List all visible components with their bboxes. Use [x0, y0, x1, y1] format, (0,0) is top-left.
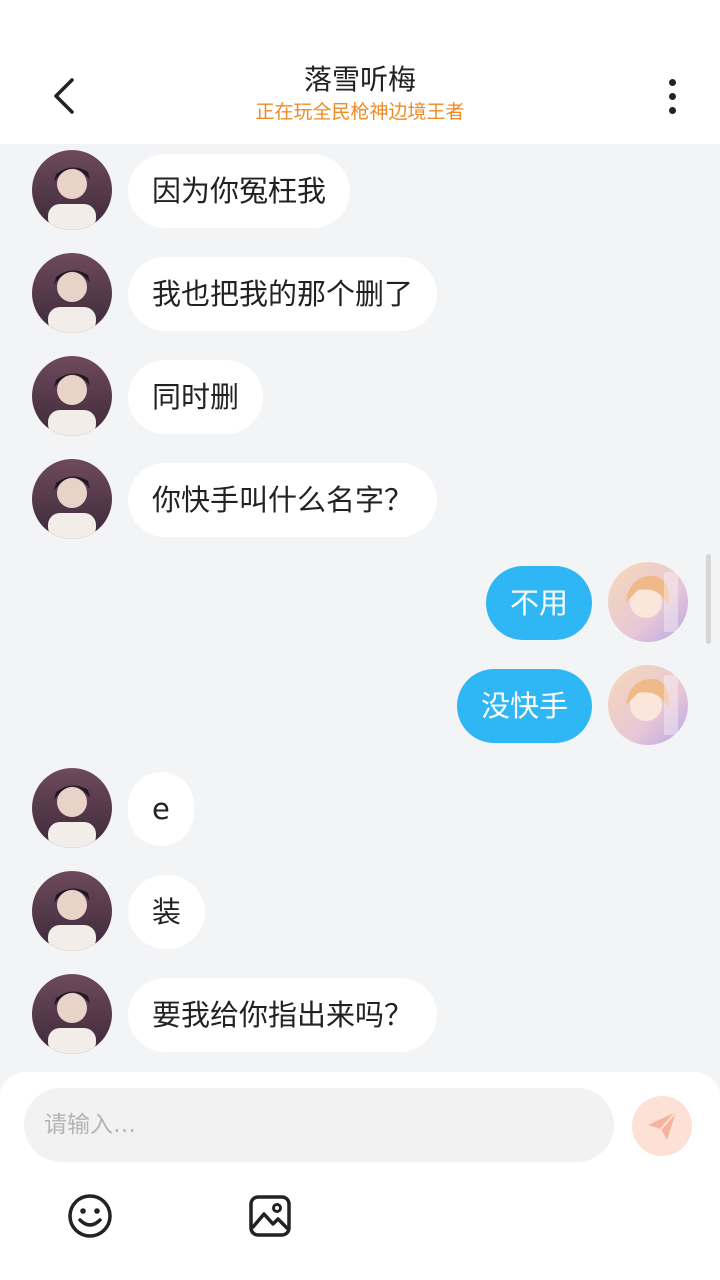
message-bubble: 你快手叫什么名字？	[128, 463, 438, 537]
message-item: 不用	[0, 562, 720, 642]
contact-status: 正在玩全民枪神边境王者	[255, 101, 465, 123]
message-input[interactable]	[24, 1088, 614, 1162]
message-item: e	[0, 768, 720, 848]
message-item: 没快手	[0, 665, 720, 745]
message-bubble: e	[128, 772, 194, 846]
contact-name: 落雪听梅	[303, 63, 416, 96]
message-item: 你快手叫什么名字？	[0, 459, 720, 539]
image-button[interactable]	[246, 1192, 294, 1240]
emoji-button[interactable]	[66, 1192, 114, 1240]
message-bubble: 因为你冤枉我	[128, 154, 351, 228]
back-button[interactable]	[40, 72, 88, 120]
composer	[0, 1072, 720, 1280]
contact-avatar[interactable]	[32, 974, 112, 1054]
message-bubble: 不用	[485, 566, 592, 640]
title-block: 落雪听梅 正在玩全民枪神边境王者	[160, 62, 560, 125]
message-item: 要我给你指出来吗？	[0, 974, 720, 1054]
paper-plane-icon	[648, 1111, 677, 1140]
contact-avatar[interactable]	[32, 768, 112, 848]
more-vertical-icon	[668, 78, 676, 86]
message-bubble: 装	[128, 875, 206, 949]
chevron-left-icon	[54, 78, 74, 114]
scrollbar[interactable]	[706, 554, 711, 644]
more-options-button[interactable]	[652, 74, 692, 118]
image-icon	[249, 1195, 291, 1237]
smiley-icon	[68, 1194, 112, 1238]
contact-avatar[interactable]	[32, 150, 112, 230]
message-item: 同时删	[0, 356, 720, 436]
message-item: 我也把我的那个删了	[0, 253, 720, 333]
contact-avatar[interactable]	[32, 253, 112, 333]
contact-avatar[interactable]	[32, 459, 112, 539]
contact-avatar[interactable]	[32, 356, 112, 436]
message-bubble: 要我给你指出来吗？	[128, 978, 438, 1052]
message-list[interactable]: 因为你冤枉我 我也把我的那个删了 同时删 你快手叫什么名字？ 不用 没快手 e …	[0, 144, 720, 1072]
user-avatar[interactable]	[608, 665, 688, 745]
send-button[interactable]	[632, 1096, 692, 1156]
message-bubble: 同时删	[128, 360, 264, 434]
chat-header: 落雪听梅 正在玩全民枪神边境王者	[0, 0, 720, 144]
message-item: 因为你冤枉我	[0, 150, 720, 230]
contact-avatar[interactable]	[32, 871, 112, 951]
user-avatar[interactable]	[608, 562, 688, 642]
message-bubble: 没快手	[456, 669, 592, 743]
message-bubble: 我也把我的那个删了	[128, 257, 438, 331]
message-item: 装	[0, 871, 720, 951]
